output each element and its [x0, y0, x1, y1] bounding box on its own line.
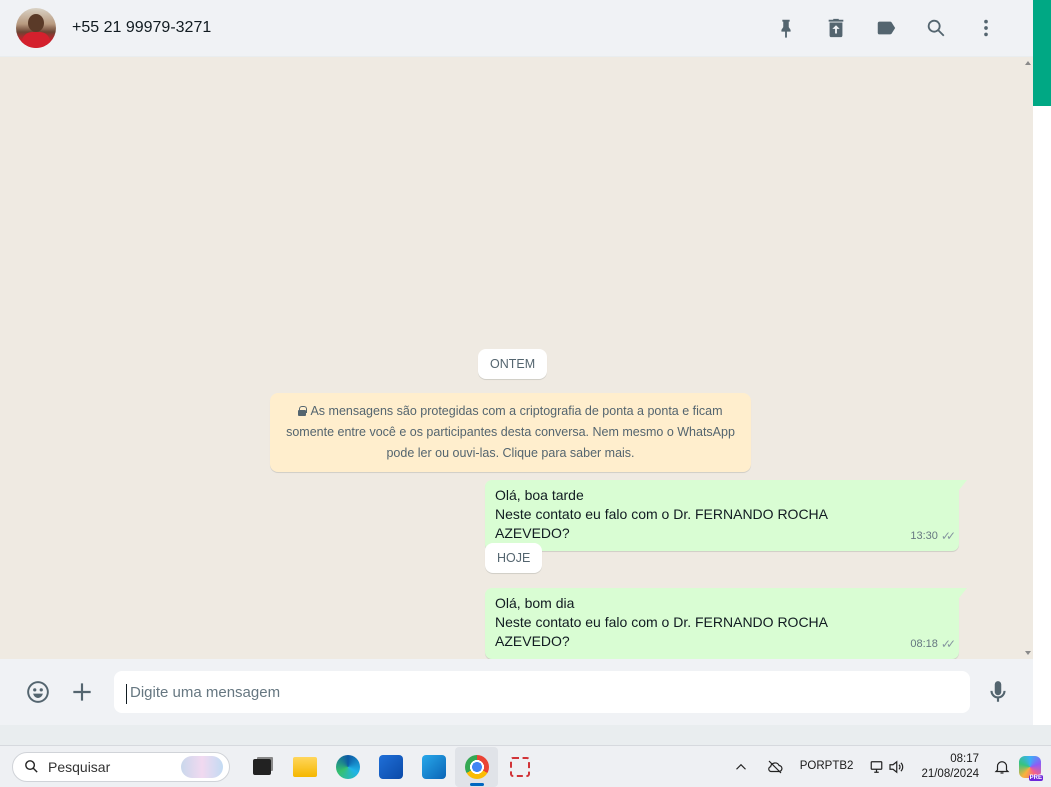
pin-icon	[781, 19, 791, 39]
menu-button[interactable]	[961, 8, 1011, 48]
outlook-icon	[421, 754, 446, 779]
message-time: 08:18	[910, 638, 938, 650]
encryption-line-1: As mensagens são protegidas com a cripto…	[310, 404, 723, 418]
system-tray: POR PTB2 08:17 21/08/2024 PRE	[724, 746, 1051, 787]
attach-button[interactable]	[62, 672, 102, 712]
bell-icon	[994, 760, 1010, 774]
search-icon	[927, 19, 945, 37]
clock-time: 08:17	[950, 752, 979, 765]
folder-icon	[292, 756, 317, 777]
task-view-icon	[252, 758, 271, 775]
right-gutter	[1033, 106, 1051, 726]
lock-icon	[298, 406, 308, 416]
message-line: Olá, boa tarde	[495, 487, 584, 503]
chat-header: +55 21 99979-3271	[0, 0, 1033, 57]
store-button[interactable]	[369, 747, 412, 787]
volume-icon	[889, 760, 904, 773]
chrome-icon	[464, 754, 489, 779]
message-bubble[interactable]: Olá, boa tarde Neste contato eu falo com…	[485, 480, 967, 551]
menu-icon	[984, 19, 988, 37]
network-icon	[871, 760, 883, 773]
snipping-tool-button[interactable]	[498, 747, 541, 787]
message-meta: 13:30 ✓✓	[910, 527, 956, 546]
date-chip-yesterday: ONTEM	[478, 349, 548, 379]
encryption-line-2: somente entre você e os participantes de…	[286, 425, 735, 439]
delete-button[interactable]	[811, 8, 861, 48]
microphone-icon	[990, 681, 1006, 702]
onedrive-button[interactable]	[758, 758, 792, 776]
scroll-down-arrow[interactable]	[1025, 651, 1031, 655]
chevron-up-icon	[735, 763, 746, 770]
header-actions	[761, 8, 1011, 48]
message-time: 13:30	[910, 530, 938, 542]
scroll-up-arrow[interactable]	[1025, 61, 1031, 65]
message-line: Neste contato eu falo com o Dr. FERNANDO…	[495, 506, 828, 541]
clock-date: 21/08/2024	[921, 767, 979, 780]
message-input[interactable]	[114, 671, 970, 713]
task-view-button[interactable]	[240, 747, 283, 787]
outlook-button[interactable]	[412, 747, 455, 787]
snipping-tool-icon	[509, 756, 530, 777]
store-icon	[378, 754, 403, 779]
composer-bar	[0, 659, 1033, 725]
show-hidden-icons-button[interactable]	[724, 758, 758, 776]
read-ticks-icon: ✓✓	[940, 529, 956, 543]
window-gap	[0, 725, 1051, 745]
message-bubble[interactable]: Olá, bom dia Neste contato eu falo com o…	[485, 588, 967, 659]
encryption-notice[interactable]: As mensagens são protegidas com a cripto…	[270, 393, 751, 472]
search-button[interactable]	[911, 8, 961, 48]
contact-name[interactable]: +55 21 99979-3271	[72, 19, 211, 37]
taskbar-search[interactable]: Pesquisar	[12, 751, 230, 782]
pin-button[interactable]	[761, 8, 811, 48]
message-line: Olá, bom dia	[495, 595, 575, 611]
keyboard-layout: PTB2	[824, 760, 854, 772]
message-line: Neste contato eu falo com o Dr. FERNANDO…	[495, 614, 828, 649]
search-highlight-icon	[181, 755, 223, 778]
edge-button[interactable]	[326, 747, 369, 787]
network-volume-button[interactable]	[861, 758, 913, 776]
taskbar: Pesquisar POR PTB2 08:17 21/08/2024 PRE	[0, 745, 1051, 787]
encryption-line-3: pode ler ou ouvi-las. Clique para saber …	[386, 446, 635, 460]
language-code: POR	[799, 760, 825, 772]
label-icon	[877, 21, 896, 35]
emoji-button[interactable]	[18, 672, 58, 712]
contact-avatar[interactable]	[16, 8, 56, 48]
edge-icon	[335, 754, 360, 779]
cloud-off-icon	[767, 760, 783, 773]
plus-icon	[73, 683, 91, 701]
voice-button[interactable]	[978, 672, 1018, 712]
message-meta: 08:18 ✓✓	[910, 635, 956, 654]
accent-strip	[1033, 0, 1051, 106]
notifications-button[interactable]	[985, 758, 1019, 776]
delete-icon	[828, 18, 844, 38]
copilot-badge: PRE	[1028, 774, 1043, 781]
read-ticks-icon: ✓✓	[940, 637, 956, 651]
chat-area[interactable]: ONTEM As mensagens são protegidas com a …	[0, 57, 1033, 659]
date-chip-today: HOJE	[485, 543, 543, 573]
taskbar-search-label: Pesquisar	[48, 758, 111, 775]
clock[interactable]: 08:17 21/08/2024	[913, 752, 985, 782]
language-indicator[interactable]: POR PTB2	[792, 759, 862, 774]
file-explorer-button[interactable]	[283, 747, 326, 787]
chrome-button[interactable]	[455, 746, 498, 787]
label-button[interactable]	[861, 8, 911, 48]
text-caret	[126, 684, 127, 704]
search-icon	[25, 760, 38, 773]
emoji-icon	[27, 681, 49, 703]
copilot-button[interactable]: PRE	[1019, 755, 1043, 781]
